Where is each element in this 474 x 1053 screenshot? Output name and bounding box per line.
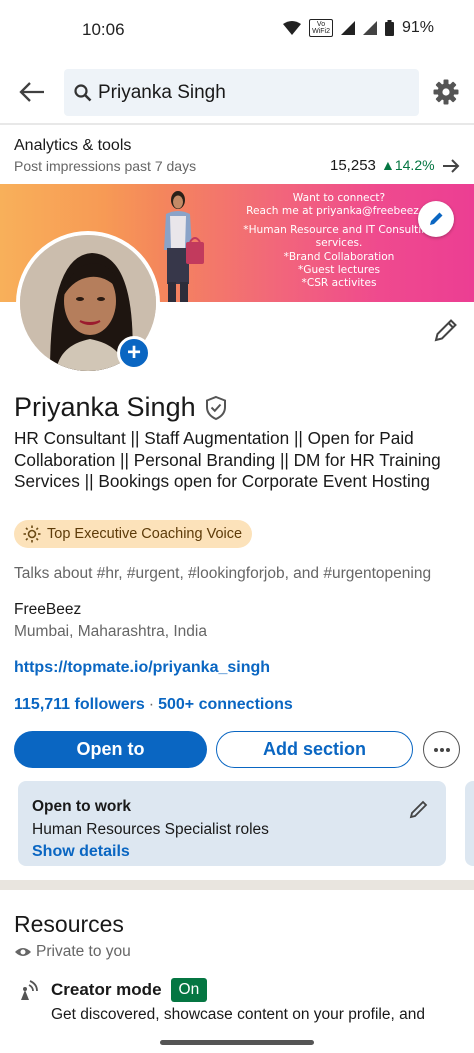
eye-icon [15, 948, 31, 956]
add-section-button[interactable]: Add section [216, 731, 413, 768]
followers-link[interactable]: 115,711 followers [14, 696, 145, 713]
open-to-button[interactable]: Open to [14, 731, 207, 768]
talks-about: Talks about #hr, #urgent, #lookingforjob… [14, 565, 432, 582]
website-link[interactable]: https://topmate.io/priyanka_singh [14, 659, 270, 677]
edit-banner-button[interactable] [418, 201, 454, 237]
search-icon [74, 83, 92, 101]
profile-name: Priyanka Singh [14, 392, 196, 422]
back-button[interactable] [16, 76, 48, 108]
network-stats: 115,711 followers · 500+ connections [14, 696, 293, 714]
signal-icon [340, 21, 355, 35]
open-to-work-title: Open to work [32, 798, 132, 815]
name-row: Priyanka Singh [14, 392, 228, 423]
triangle-up-icon: ▲ [381, 157, 395, 173]
open-to-work-card[interactable]: Open to work Human Resources Specialist … [18, 781, 446, 866]
signal-icon-2 [362, 21, 377, 35]
arrow-left-icon [19, 82, 44, 102]
analytics-tools[interactable]: Analytics & tools Post impressions past … [0, 126, 474, 184]
badge-label: Top Executive Coaching Voice [47, 526, 243, 542]
pencil-icon [430, 212, 443, 225]
pencil-icon[interactable] [408, 798, 430, 820]
impressions-count: 15,253 [330, 157, 376, 174]
plus-icon: + [126, 339, 141, 366]
edit-profile-pencil-icon[interactable] [432, 316, 460, 344]
creator-mode-title: Creator mode [51, 980, 162, 999]
stats-separator: · [148, 696, 155, 713]
open-to-work-roles: Human Resources Specialist roles [32, 821, 269, 838]
location: Mumbai, Maharashtra, India [14, 623, 207, 640]
add-photo-button[interactable]: + [117, 336, 151, 370]
verified-shield-icon[interactable] [204, 395, 228, 421]
creator-mode-status-badge: On [170, 978, 208, 1002]
search-input[interactable] [98, 81, 398, 104]
profile-headline: HR Consultant || Staff Augmentation || O… [14, 428, 441, 491]
creator-mode-description: Get discovered, showcase content on your… [51, 1006, 425, 1023]
creator-mode-row[interactable]: Creator mode On [51, 978, 208, 1002]
impressions-change: ▲14.2% [381, 157, 435, 173]
more-actions-button[interactable] [423, 731, 460, 768]
gear-icon [433, 79, 459, 105]
volte-icon: Vo WiFi2 [309, 19, 333, 37]
connections-link[interactable]: 500+ connections [158, 696, 293, 713]
more-horizontal-icon [433, 747, 450, 752]
arrow-right-icon[interactable] [442, 157, 460, 175]
top-voice-badge[interactable]: Top Executive Coaching Voice [14, 520, 253, 548]
section-divider [0, 880, 474, 890]
resources-title: Resources [14, 911, 124, 937]
battery-icon [384, 20, 394, 36]
wifi-icon [283, 21, 302, 35]
banner-person-image [164, 191, 204, 302]
settings-button[interactable] [432, 78, 460, 106]
header-divider [0, 123, 474, 125]
current-company: FreeBeez [14, 601, 82, 618]
show-details-link[interactable]: Show details [32, 843, 130, 861]
home-indicator[interactable] [160, 1040, 314, 1045]
banner-text: Want to connect? Reach me at priyanka@fr… [243, 192, 435, 290]
privacy-note: Private to you [14, 943, 131, 961]
status-bar: 10:06 Vo WiFi2 91% [0, 0, 474, 62]
status-icons: Vo WiFi2 91% [283, 19, 434, 37]
status-time: 10:06 [82, 20, 125, 39]
analytics-subtitle: Post impressions past 7 days [14, 158, 197, 174]
search-header [0, 62, 474, 122]
broadcast-icon [21, 980, 38, 1000]
battery-level: 91% [401, 19, 434, 36]
analytics-title: Analytics & tools [14, 137, 132, 154]
search-bar[interactable] [64, 69, 419, 116]
sun-icon [23, 525, 41, 543]
next-card-peek[interactable] [465, 781, 474, 866]
